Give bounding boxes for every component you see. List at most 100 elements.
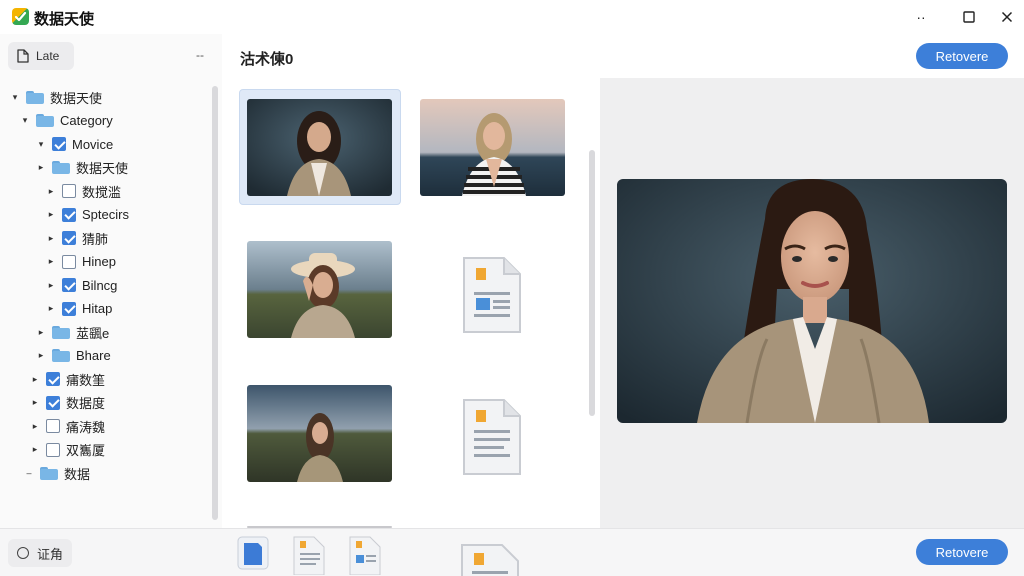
tree-expander-icon[interactable]: ▸ (46, 209, 56, 220)
recover-button-bottom[interactable]: Retovere (916, 539, 1008, 565)
maximize-icon (963, 11, 975, 23)
circle-icon (17, 547, 29, 559)
tree-expander-icon[interactable]: ▾ (20, 115, 30, 126)
tree-expander-icon[interactable]: ▸ (46, 186, 56, 197)
tree-checkbox[interactable] (52, 137, 66, 151)
tree-expander-icon[interactable]: ▸ (36, 162, 46, 173)
collapse-sidebar-button[interactable]: -- (196, 48, 204, 62)
folder-icon (52, 349, 70, 362)
settings-toggle-label: 证角 (37, 546, 64, 562)
tree-expander-icon[interactable]: ▸ (30, 397, 40, 408)
tree-item-label: 莁颻e (76, 325, 110, 341)
tree-expander-icon[interactable]: ▸ (46, 280, 56, 291)
tree-item[interactable]: ▸ Hitap (46, 298, 113, 320)
tree-checkbox[interactable] (46, 419, 60, 433)
content-scrollbar[interactable] (589, 150, 595, 416)
tree-item-label: 数据 (64, 466, 91, 482)
image-file-icon[interactable] (462, 256, 522, 337)
tree-checkbox[interactable] (62, 231, 76, 245)
tree-expander-icon[interactable]: ▾ (10, 92, 20, 103)
tree-item[interactable]: ▸ 数搅滥 (46, 180, 121, 202)
tree-checkbox[interactable] (46, 442, 60, 457)
close-button[interactable] (994, 6, 1020, 28)
tree-expander-icon[interactable]: ▸ (36, 350, 46, 361)
tree-item[interactable]: ▸ 双雟厦 (30, 439, 105, 461)
tree-item-label: Bhare (76, 348, 111, 363)
document-file-icon[interactable] (462, 398, 522, 479)
content-title: 沽术倲0 (240, 51, 294, 68)
tree-expander-icon[interactable]: ▸ (46, 256, 56, 267)
thumbnail-grid (222, 78, 600, 528)
tree-item[interactable]: ▸ 痡数筀 (30, 368, 105, 390)
tree-item-label: Hinep (82, 254, 116, 269)
tree-item[interactable]: ▾ Movice (36, 133, 113, 155)
tree-item-label: 数据度 (66, 396, 106, 411)
tree-item[interactable]: ▾ Category (20, 110, 113, 132)
tree-item[interactable]: ▾ 数据天使 (10, 86, 102, 108)
photo-thumbnail[interactable] (247, 241, 392, 338)
app-logo-icon (12, 8, 29, 25)
folder-icon (52, 161, 70, 174)
tree-checkbox[interactable] (62, 301, 76, 316)
photo-thumbnail[interactable] (247, 385, 392, 482)
tree-item[interactable]: ▸ Bhare (36, 345, 111, 367)
tree-item[interactable]: ▸ 数据天使 (36, 157, 128, 179)
tree-expander-icon[interactable]: ▸ (46, 233, 56, 244)
close-icon (1001, 11, 1013, 23)
tree-item-label: 数据天使 (50, 90, 103, 106)
app-title: 数据天使 (34, 11, 95, 28)
sidebar: Late -- ▾ 数据天使 ▾ Category ▾ Movice ▸ 数据天使 ▸ 数搅滥 ▸ S… (0, 34, 222, 528)
tree-item-label: Sptecirs (82, 207, 129, 222)
tree-expander-icon[interactable]: ▸ (30, 374, 40, 385)
blue-file-icon[interactable] (236, 535, 270, 574)
tree-expander-icon[interactable]: ▾ (36, 139, 46, 150)
tree-item-label: 数据天使 (76, 161, 129, 176)
maximize-button[interactable] (956, 6, 982, 28)
tree-checkbox[interactable] (46, 395, 60, 410)
tree-checkbox[interactable] (62, 184, 76, 198)
tree-checkbox[interactable] (62, 207, 76, 222)
recover-button-top[interactable]: Retovere (916, 43, 1008, 69)
late-button[interactable]: Late (8, 42, 74, 70)
document-icon (17, 49, 29, 63)
tree-checkbox[interactable] (62, 254, 76, 269)
tree-item[interactable]: ▸ 莁颻e (36, 321, 109, 343)
tree-item-label: Bilncg (82, 277, 118, 293)
settings-toggle-button[interactable]: 证角 (8, 539, 72, 567)
tree-checkbox[interactable] (62, 278, 76, 292)
document-file-icon-partial[interactable] (460, 543, 520, 576)
tree-item[interactable]: – 数据 (24, 462, 90, 484)
tree-expander-icon[interactable]: ▸ (46, 303, 56, 314)
preview-pane (600, 78, 1024, 528)
minimize-button[interactable]: ·· (908, 6, 934, 28)
tree-expander-icon[interactable]: ▸ (36, 327, 46, 338)
tree-expander-icon[interactable]: ▸ (30, 444, 40, 455)
late-button-label: Late (36, 49, 60, 63)
tree-item[interactable]: ▸ 数据度 (30, 392, 105, 414)
title-bar: 数据天使 ·· (0, 0, 1024, 34)
folder-icon (26, 90, 44, 104)
tree-item-label: Hitap (82, 301, 113, 316)
sidebar-scrollbar[interactable] (212, 86, 218, 520)
tree-expander-icon[interactable]: – (24, 468, 34, 478)
tree-item-label: Category (60, 113, 113, 128)
photo-thumbnail[interactable] (420, 99, 565, 196)
tree-item[interactable]: ▸ 猜肺 (46, 227, 108, 249)
folder-icon (36, 114, 54, 127)
preview-image (617, 179, 1007, 423)
text-file-icon[interactable] (292, 535, 326, 576)
image-file-icon[interactable] (348, 535, 382, 576)
folder-icon (40, 466, 58, 480)
tree-item-label: 数搅滥 (82, 184, 122, 200)
tree-item[interactable]: ▸ Bilncg (46, 274, 118, 296)
tree-checkbox[interactable] (46, 372, 60, 386)
tree-item[interactable]: ▸ Sptecirs (46, 204, 129, 226)
folder-icon (52, 325, 70, 339)
tree-item[interactable]: ▸ Hinep (46, 251, 116, 273)
tree-item-label: 痛涛魏 (66, 419, 106, 435)
tree-item-label: Movice (72, 136, 114, 152)
content-header: 沽术倲0 Retovere (222, 34, 1024, 78)
tree-expander-icon[interactable]: ▸ (30, 421, 40, 432)
photo-thumbnail[interactable] (247, 99, 392, 196)
tree-item[interactable]: ▸ 痛涛魏 (30, 415, 105, 437)
